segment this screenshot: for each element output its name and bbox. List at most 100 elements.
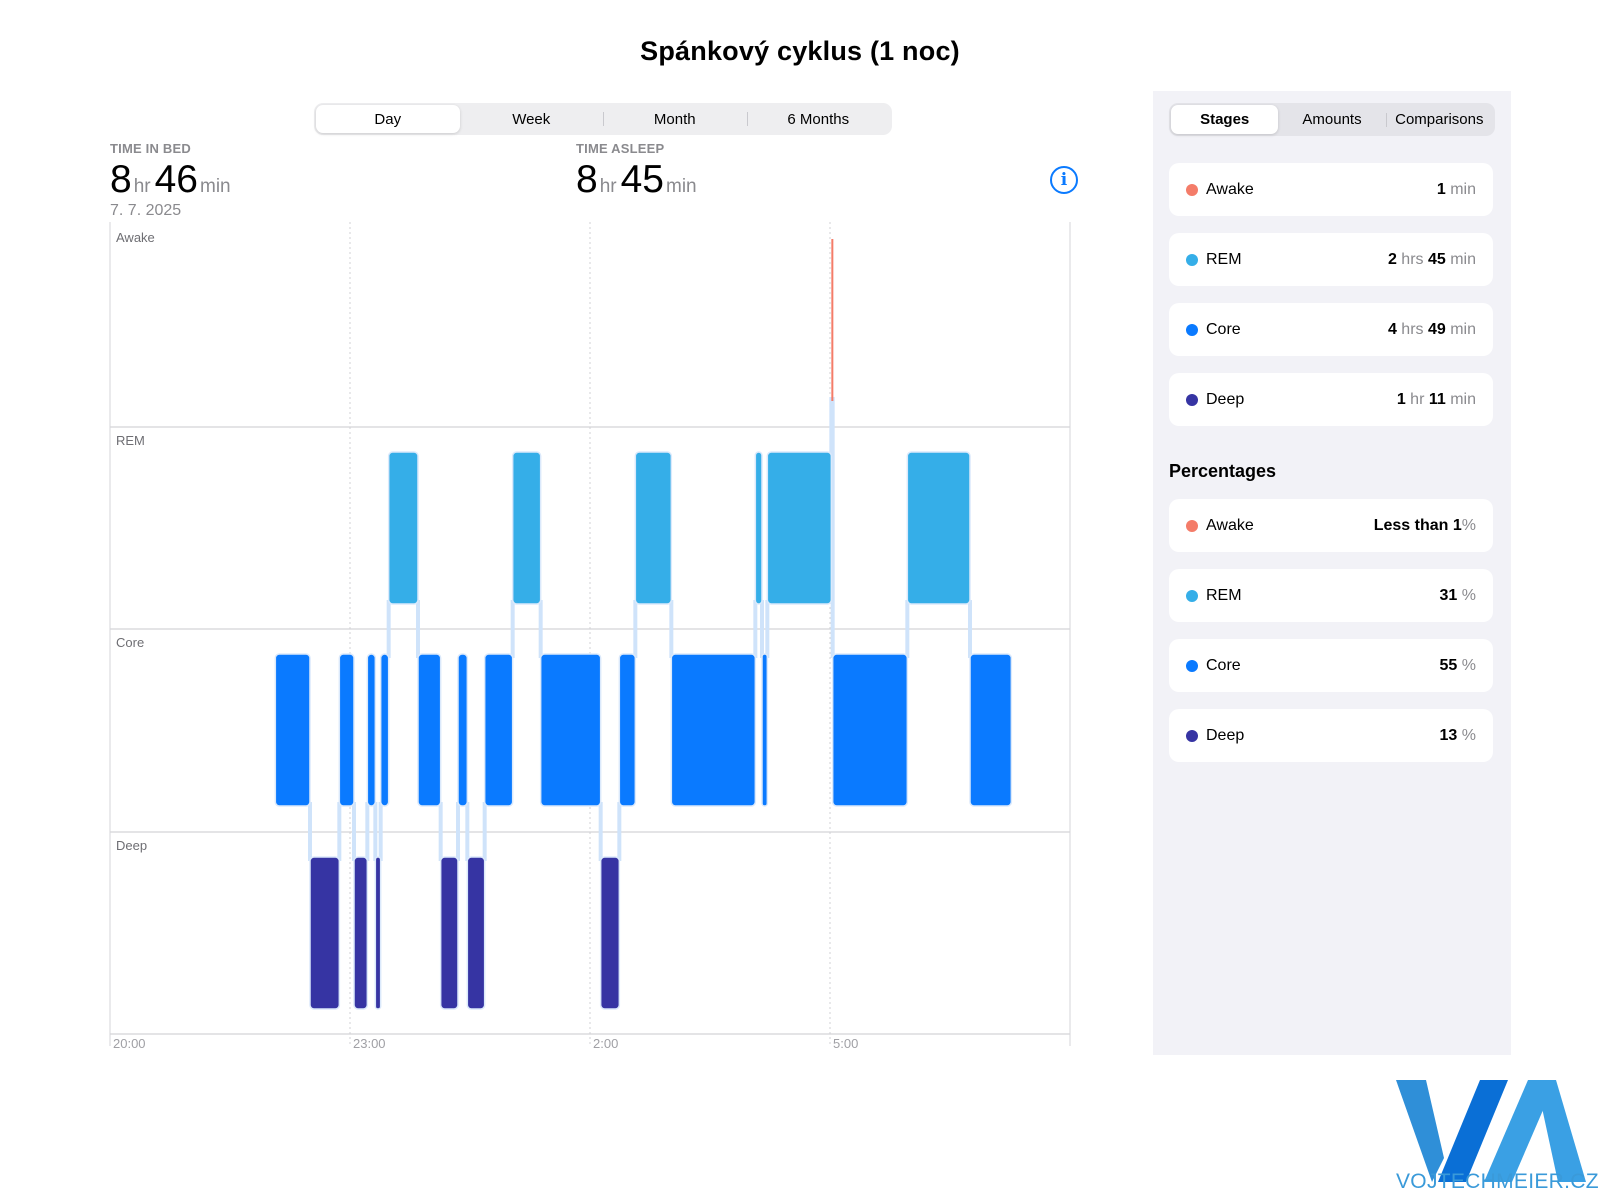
- stage-name: Core: [1206, 320, 1241, 338]
- stage-segment-rem: [634, 451, 673, 605]
- stage-transition: [365, 802, 370, 861]
- right-panel: Stages Amounts Comparisons Awake 1 min REM 2 …: [1153, 91, 1511, 1055]
- value-number: 11: [1428, 390, 1446, 408]
- value-number: 49: [1427, 320, 1446, 338]
- value-unit: min: [1445, 180, 1476, 198]
- stage-segment-rem: [754, 451, 763, 605]
- stage-value: 2 hrs 45 min: [1388, 251, 1476, 269]
- stage-row-label: Core: [116, 635, 144, 650]
- value-number: Less than 1: [1373, 516, 1462, 534]
- stage-name: REM: [1206, 586, 1242, 604]
- percentage-card-core[interactable]: Core 55 %: [1169, 639, 1493, 692]
- amount-card-rem[interactable]: REM 2 hrs 45 min: [1169, 233, 1493, 286]
- stage-name: Awake: [1206, 180, 1254, 198]
- value-unit: %: [1457, 656, 1476, 674]
- stage-segment-core: [274, 653, 311, 807]
- stage-segment-rem: [766, 451, 833, 605]
- stage-transition: [510, 600, 515, 658]
- stage-name: Deep: [1206, 726, 1245, 744]
- stage-transition: [753, 600, 758, 658]
- stage-segment-deep: [374, 856, 382, 1010]
- stage-segment-core: [969, 653, 1013, 807]
- value-number: 2: [1387, 250, 1397, 268]
- stage-name: Core: [1206, 656, 1241, 674]
- stage-transition: [438, 802, 443, 861]
- tab-stages[interactable]: Stages: [1171, 105, 1279, 134]
- stage-transition: [905, 600, 910, 658]
- stage-name: Awake: [1206, 516, 1254, 534]
- stage-color-dot: [1186, 589, 1198, 602]
- stage-segment-core: [761, 653, 769, 807]
- stage-name: Deep: [1206, 390, 1245, 408]
- stage-value: 55 %: [1440, 657, 1476, 675]
- view-segmented-control: Stages Amounts Comparisons: [1169, 103, 1495, 136]
- stage-segment-core: [831, 653, 909, 807]
- stage-transition: [352, 802, 356, 861]
- stage-transition: [482, 802, 487, 861]
- stage-segment-core: [417, 653, 442, 807]
- tab-comparisons[interactable]: Comparisons: [1385, 105, 1493, 134]
- stage-transition: [465, 802, 470, 861]
- stage-value: 1 min: [1437, 181, 1476, 199]
- stage-color-dot: [1186, 729, 1198, 742]
- stage-transition: [617, 802, 622, 861]
- stage-value: 31 %: [1440, 587, 1476, 605]
- stage-segment-deep: [353, 856, 369, 1010]
- stage-segment-awake: [831, 239, 834, 401]
- stage-segment-deep: [439, 856, 459, 1010]
- value-number: 45: [1427, 250, 1446, 268]
- value-unit: min: [1445, 250, 1476, 268]
- value-number: 55: [1439, 656, 1458, 674]
- stage-value: 1 hr 11 min: [1397, 391, 1476, 409]
- stage-color-dot: [1186, 393, 1198, 406]
- x-tick-label: 5:00: [833, 1036, 858, 1051]
- stage-color-dot: [1186, 323, 1198, 336]
- stage-value: 13 %: [1440, 727, 1476, 745]
- stage-segment-core: [670, 653, 757, 807]
- value-unit: %: [1457, 586, 1476, 604]
- value-unit: hrs: [1396, 250, 1428, 268]
- stage-transition: [760, 600, 764, 658]
- stage-segment-core: [618, 653, 637, 807]
- stage-segment-rem: [906, 451, 971, 605]
- value-number: 13: [1439, 726, 1458, 744]
- stage-transition: [378, 802, 383, 861]
- percentages-heading: Percentages: [1169, 461, 1277, 481]
- value-unit: hr: [1405, 390, 1429, 408]
- stage-segment-deep: [309, 856, 341, 1010]
- sleep-stages-chart: 20:00 23:00 2:00 5:00 Awake REM Core Deep: [109, 222, 1071, 1051]
- amount-card-awake[interactable]: Awake 1 min: [1169, 163, 1493, 216]
- stage-value: Less than 1%: [1374, 517, 1476, 535]
- amount-card-deep[interactable]: Deep 1 hr 11 min: [1169, 373, 1493, 426]
- value-unit: hrs: [1396, 320, 1428, 338]
- stage-segment-rem: [387, 451, 419, 605]
- value-unit: min: [1445, 320, 1476, 338]
- stage-segment-rem: [511, 451, 542, 605]
- stage-segment-deep: [599, 856, 621, 1010]
- stage-transition: [633, 600, 638, 658]
- stage-color-dot: [1186, 253, 1198, 266]
- value-unit: min: [1445, 390, 1476, 408]
- percentage-card-rem[interactable]: REM 31 %: [1169, 569, 1493, 622]
- value-number: 4: [1387, 320, 1397, 338]
- stage-value: 4 hrs 49 min: [1388, 321, 1476, 339]
- stage-row-label: Awake: [116, 230, 155, 245]
- stage-segment-core: [483, 653, 514, 807]
- stage-transition: [765, 600, 770, 658]
- stage-transition: [373, 802, 378, 861]
- amount-card-core[interactable]: Core 4 hrs 49 min: [1169, 303, 1493, 356]
- percentage-card-deep[interactable]: Deep 13 %: [1169, 709, 1493, 762]
- value-number: 1: [1436, 180, 1446, 198]
- tab-amounts[interactable]: Amounts: [1278, 105, 1385, 134]
- stage-transition: [308, 802, 312, 861]
- stage-row-label: REM: [116, 433, 145, 448]
- stage-segment-core: [457, 653, 469, 807]
- percentage-card-awake[interactable]: Awake Less than 1%: [1169, 499, 1493, 552]
- stage-color-dot: [1186, 519, 1198, 532]
- stage-transition: [669, 600, 674, 658]
- stage-row-label: Deep: [116, 838, 147, 853]
- stage-transition: [538, 600, 543, 658]
- x-tick-label: 20:00: [113, 1036, 146, 1051]
- stage-transition: [456, 802, 460, 861]
- stage-transition: [337, 802, 342, 861]
